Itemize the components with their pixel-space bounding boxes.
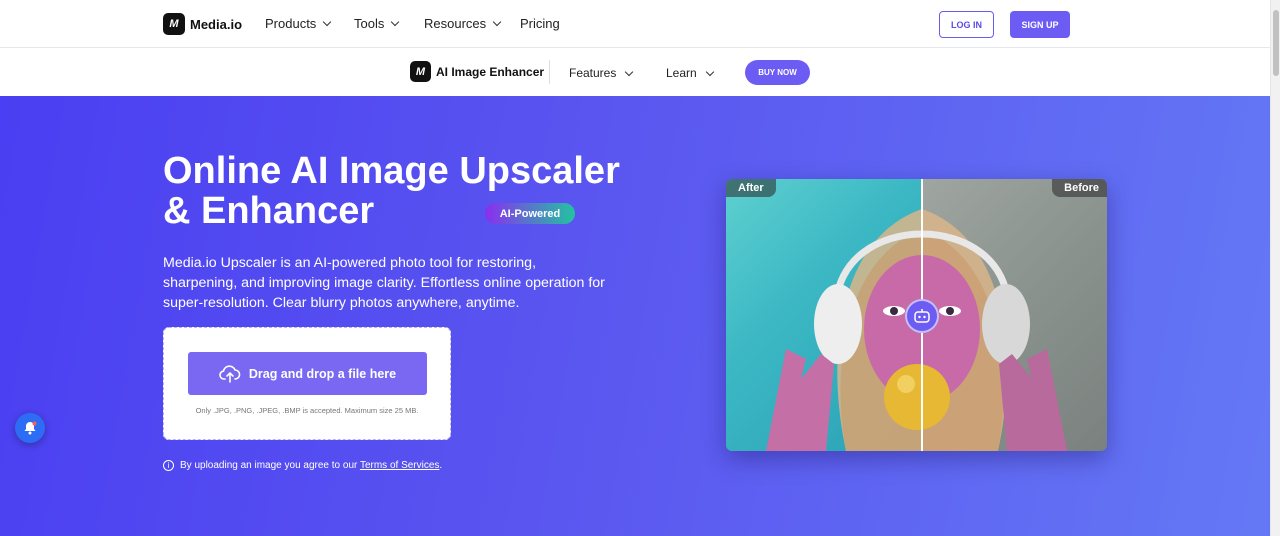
divider: [549, 60, 550, 84]
nav-label: Products: [265, 16, 317, 31]
terms-text: By uploading an image you agree to our T…: [180, 460, 442, 471]
title-line-1: Online AI Image Upscaler: [163, 150, 620, 192]
nav-item-products[interactable]: Products: [265, 16, 332, 31]
product-subnav: M AI Image Enhancer Features Learn BUY N…: [0, 48, 1270, 96]
notification-bell-icon[interactable]: [15, 413, 45, 443]
info-icon: i: [163, 460, 174, 471]
cloud-upload-icon: [219, 364, 241, 383]
upload-button[interactable]: Drag and drop a file here: [188, 352, 427, 395]
chevron-down-icon: [705, 67, 714, 76]
chevron-down-icon: [323, 17, 332, 27]
top-navbar: M Media.io Products Tools Resources Pric…: [0, 0, 1270, 48]
bell-icon: [24, 421, 37, 435]
chevron-down-icon: [391, 17, 400, 27]
ai-robot-icon: [914, 309, 930, 323]
chevron-down-icon: [625, 67, 634, 76]
comparison-slider-handle[interactable]: [905, 299, 939, 333]
before-after-comparison[interactable]: After Before: [726, 179, 1107, 451]
product-name: AI Image Enhancer: [436, 64, 545, 79]
nav-item-tools[interactable]: Tools: [354, 16, 400, 31]
brand-name: Media.io: [190, 16, 243, 32]
nav-label: Resources: [424, 16, 487, 31]
mediaio-logo-icon: M: [163, 13, 185, 35]
login-button[interactable]: LOG IN: [939, 11, 994, 38]
terms-link[interactable]: Terms of Services: [360, 460, 439, 471]
chevron-down-icon: [492, 17, 502, 27]
ai-powered-badge: AI-Powered: [485, 203, 575, 224]
signup-button[interactable]: SIGN UP: [1010, 11, 1070, 38]
scrollbar-thumb[interactable]: [1273, 10, 1279, 76]
before-label: Before: [1052, 179, 1107, 197]
upload-dropzone[interactable]: Drag and drop a file here Only .JPG, .PN…: [163, 327, 451, 440]
product-brand-link[interactable]: M AI Image Enhancer: [410, 61, 544, 82]
buy-now-button[interactable]: BUY NOW: [745, 60, 810, 85]
nav-item-resources[interactable]: Resources: [424, 16, 502, 31]
after-label: After: [726, 179, 776, 197]
nav-label: Pricing: [520, 16, 560, 31]
nav-item-pricing[interactable]: Pricing: [520, 16, 560, 31]
upload-format-note: Only .JPG, .PNG, .JPEG, .BMP is accepted…: [195, 406, 419, 415]
title-line-2: & Enhancer: [163, 190, 375, 232]
subnav-label: Features: [569, 66, 617, 80]
mediaio-logo-icon: M: [410, 61, 431, 82]
terms-prefix: By uploading an image you agree to our: [180, 460, 360, 471]
hero-section: Online AI Image Upscaler & Enhancer AI-P…: [0, 96, 1270, 536]
subnav-label: Learn: [666, 66, 697, 80]
hero-description: Media.io Upscaler is an AI-powered photo…: [163, 255, 605, 311]
subnav-learn[interactable]: Learn: [666, 66, 714, 80]
upload-label: Drag and drop a file here: [248, 366, 397, 381]
terms-notice: i By uploading an image you agree to our…: [163, 460, 442, 471]
terms-suffix: .: [439, 460, 443, 471]
subnav-features[interactable]: Features: [569, 66, 634, 80]
nav-label: Tools: [354, 16, 385, 31]
page-scrollbar[interactable]: [1270, 0, 1280, 536]
brand-link[interactable]: M Media.io: [163, 13, 242, 35]
